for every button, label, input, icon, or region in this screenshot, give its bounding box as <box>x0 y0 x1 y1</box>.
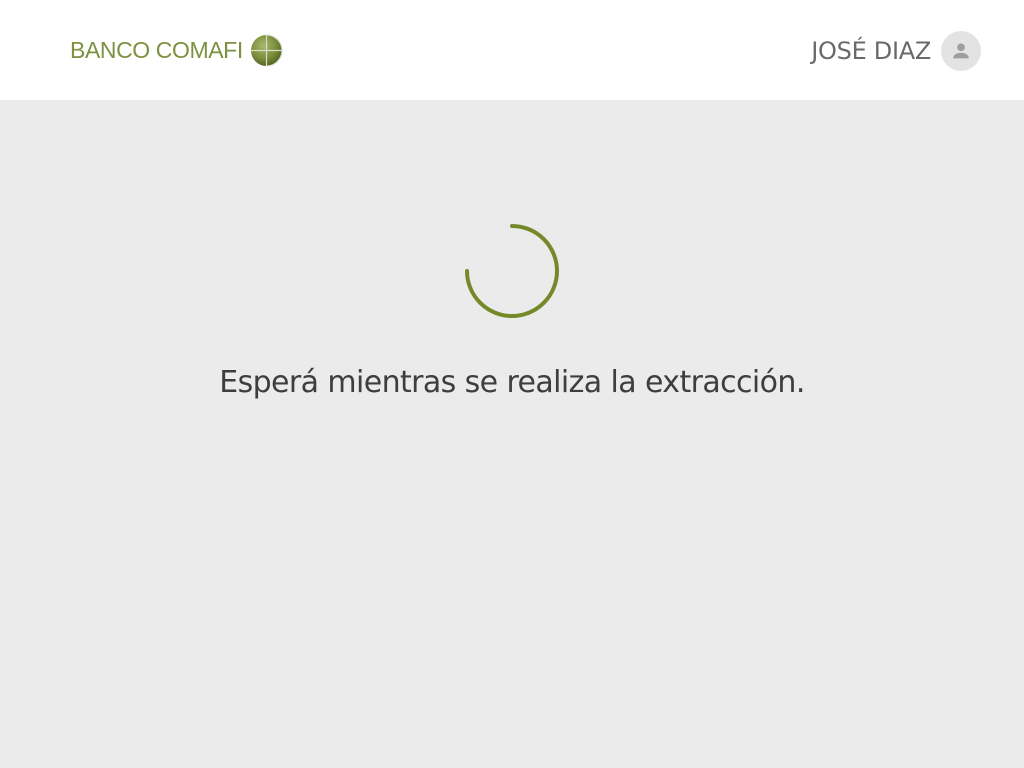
user-menu[interactable]: JOSÉ DIAZ <box>811 31 981 71</box>
user-icon <box>953 43 969 59</box>
brand-logo: BANCO COMAFI <box>70 32 283 68</box>
loading-spinner-icon <box>465 224 559 318</box>
user-name: JOSÉ DIAZ <box>811 37 931 65</box>
avatar[interactable] <box>941 31 981 71</box>
brand-name: BANCO COMAFI <box>70 37 243 63</box>
top-bar: BANCO COMAFI JOSÉ DIAZ <box>0 0 1024 100</box>
comafi-globe-icon <box>250 33 283 67</box>
loading-message: Esperá mientras se realiza la extracción… <box>219 365 805 400</box>
